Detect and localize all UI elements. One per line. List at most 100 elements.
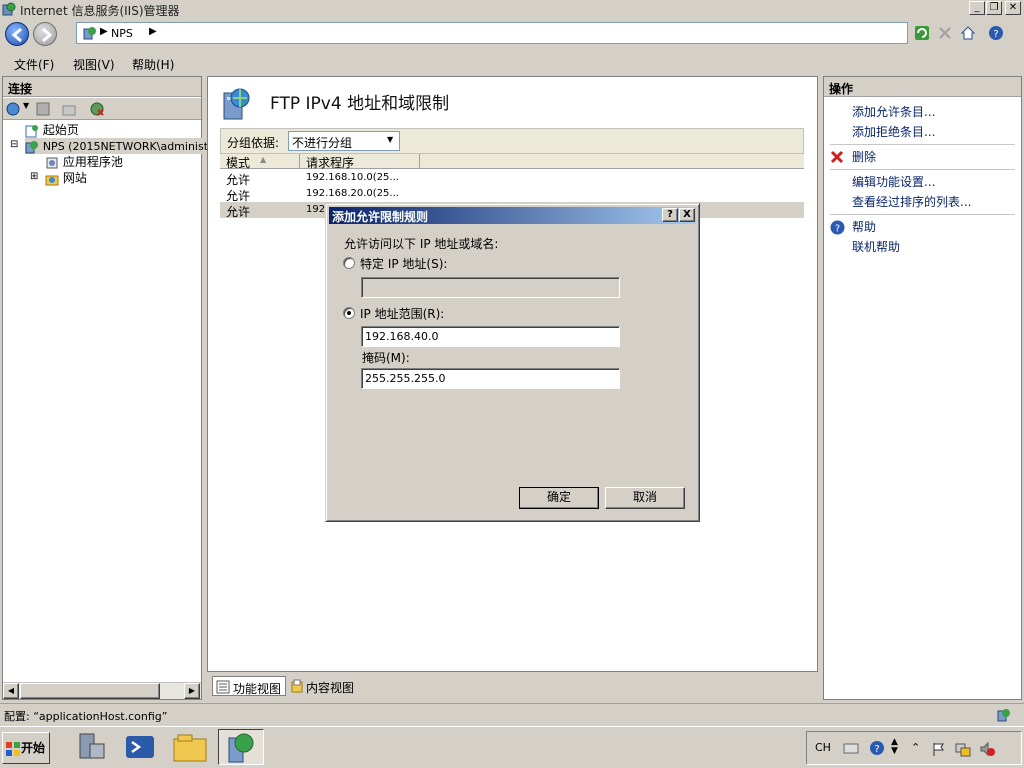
status-bar: 配置: “applicationHost.config” — [0, 703, 1024, 725]
start-button[interactable]: 开始 — [2, 732, 50, 764]
save-icon[interactable] — [35, 101, 51, 117]
scroll-left-icon[interactable]: ◀ — [3, 683, 19, 699]
keyboard-icon[interactable] — [843, 741, 859, 755]
dialog-title: 添加允许限制规则 — [332, 210, 429, 224]
tree-item-server[interactable]: NPS (2015NETWORK\administr — [25, 138, 213, 154]
row-requester: 192.168.10.0(25... — [306, 172, 399, 183]
svg-text:?: ? — [835, 224, 840, 235]
action-view-ordered-list[interactable]: 查看经过排序的列表... — [852, 193, 971, 211]
status-text: 配置: “applicationHost.config” — [4, 710, 168, 723]
tree-label-start: 起始页 — [42, 123, 79, 137]
action-online-help[interactable]: 联机帮助 — [852, 238, 900, 256]
iis-manager-taskbar-button[interactable] — [218, 729, 264, 765]
tree-item-start-page[interactable]: 起始页 — [25, 122, 79, 138]
chevron-updown-icon[interactable]: ▲ ▼ — [891, 738, 898, 756]
ok-button[interactable]: 确定 — [519, 487, 599, 509]
sites-folder-icon — [45, 175, 59, 185]
stop-icon[interactable] — [937, 25, 953, 41]
tab-features-view[interactable]: 功能视图 — [212, 676, 286, 696]
address-bar[interactable]: ▶ NPS ▶ — [76, 22, 908, 44]
cancel-button[interactable]: 取消 — [605, 487, 685, 509]
server-manager-icon[interactable] — [74, 730, 108, 764]
server-icon — [83, 27, 96, 40]
disconnect-icon[interactable] — [89, 101, 105, 117]
powershell-icon[interactable] — [124, 732, 156, 762]
table-row[interactable]: 允许 192.168.20.0(25... — [220, 186, 804, 203]
connections-panel: 连接 ▼ 起始页 ⊟ NPS (2015NETWORK\administr 应用… — [2, 76, 213, 700]
chevron-down-icon[interactable]: ▼ — [387, 135, 393, 144]
chevron-down-icon[interactable]: ▼ — [23, 101, 29, 110]
mask-input[interactable]: 255.255.255.0 — [361, 368, 620, 389]
tree-item-sites[interactable]: 网站 — [45, 170, 87, 186]
mask-label: 掩码(M): — [362, 351, 410, 365]
close-window-button[interactable]: ✕ — [1005, 1, 1021, 15]
explorer-folder-icon[interactable] — [172, 731, 208, 763]
ip-range-label: IP 地址范围(R): — [360, 307, 445, 321]
restore-button[interactable]: ❐ — [986, 1, 1002, 15]
refresh-icon[interactable] — [914, 25, 930, 41]
connections-header: 连接 — [3, 77, 201, 97]
tree-label-server: NPS (2015NETWORK\administr — [42, 140, 213, 153]
home-icon[interactable] — [960, 25, 976, 41]
action-add-deny[interactable]: 添加拒绝条目... — [852, 123, 935, 141]
radio-ip-range[interactable] — [343, 307, 355, 319]
ip-range-input[interactable]: 192.168.40.0 — [361, 326, 620, 347]
ftp-ip-restrictions-icon — [223, 88, 250, 120]
row-mode: 允许 — [226, 205, 251, 219]
language-indicator[interactable]: CH — [815, 741, 831, 754]
add-allow-restriction-dialog: 添加允许限制规则 ? X 允许访问以下 IP 地址或域名: 特定 IP 地址(S… — [325, 203, 700, 522]
scroll-right-icon[interactable]: ▶ — [184, 683, 200, 699]
minimize-button[interactable]: _ — [969, 1, 985, 15]
row-requester: 192.168.20.0(25... — [306, 188, 399, 199]
radio-specific-ip[interactable] — [343, 257, 355, 269]
collapse-icon[interactable]: ⊟ — [10, 138, 18, 152]
help-tray-icon[interactable]: ? — [869, 740, 885, 756]
page-title: FTP IPv4 地址和域限制 — [270, 94, 450, 114]
system-tray: CH ? ▲ ▼ ⌃ — [806, 731, 1022, 765]
expand-icon[interactable]: ⊞ — [30, 170, 38, 184]
scroll-thumb[interactable] — [20, 683, 160, 699]
column-requester[interactable]: 请求程序 — [300, 154, 420, 170]
action-edit-feature-settings[interactable]: 编辑功能设置... — [852, 173, 935, 191]
chevron-up-icon[interactable]: ⌃ — [911, 741, 920, 754]
separator — [830, 169, 1015, 170]
sort-ascending-icon: ▲ — [260, 155, 267, 164]
specific-ip-input[interactable] — [361, 277, 620, 298]
table-row[interactable]: 允许 192.168.10.0(25... — [220, 170, 804, 187]
list-header: 模式 ▲ 请求程序 — [220, 154, 804, 170]
horizontal-scrollbar[interactable]: ◀ ▶ — [3, 682, 201, 699]
view-tabs: 功能视图 内容视图 — [210, 675, 816, 697]
dialog-close-button[interactable]: X — [679, 208, 695, 222]
volume-muted-icon[interactable] — [979, 741, 995, 757]
content-view-icon — [291, 679, 303, 693]
server-icon — [25, 140, 38, 153]
breadcrumb-nps[interactable]: NPS — [111, 27, 133, 40]
menu-file[interactable]: 文件(F) — [14, 56, 54, 73]
forward-arrow-icon — [42, 27, 53, 43]
help-icon[interactable]: ? — [988, 25, 1004, 41]
radio-selected-dot — [347, 311, 351, 315]
svg-text:?: ? — [993, 29, 998, 40]
action-help[interactable]: 帮助 — [852, 218, 876, 236]
tree-item-app-pools[interactable]: 应用程序池 — [45, 154, 123, 170]
back-arrow-icon — [11, 27, 22, 43]
back-button[interactable] — [5, 22, 29, 46]
group-by-select[interactable]: 不进行分组 ▼ — [288, 131, 400, 151]
forward-button[interactable] — [33, 22, 57, 46]
iis-manager-icon — [228, 733, 254, 763]
tab-content-view[interactable]: 内容视图 — [288, 676, 362, 696]
dialog-help-button[interactable]: ? — [662, 208, 678, 222]
column-requester-label: 请求程序 — [306, 156, 355, 170]
menu-help[interactable]: 帮助(H) — [132, 56, 174, 73]
action-center-flag-icon[interactable] — [931, 741, 947, 757]
column-mode[interactable]: 模式 ▲ — [220, 154, 300, 170]
separator — [830, 144, 1015, 145]
action-delete[interactable]: 删除 — [852, 148, 876, 166]
tab-content-label: 内容视图 — [306, 681, 355, 695]
network-icon[interactable] — [955, 741, 971, 757]
crumb-arrow-icon: ▶ — [149, 26, 157, 37]
action-add-allow[interactable]: 添加允许条目... — [852, 103, 935, 121]
up-folder-icon[interactable] — [61, 101, 77, 117]
connect-globe-icon[interactable] — [6, 101, 22, 117]
menu-view[interactable]: 视图(V) — [73, 56, 115, 73]
